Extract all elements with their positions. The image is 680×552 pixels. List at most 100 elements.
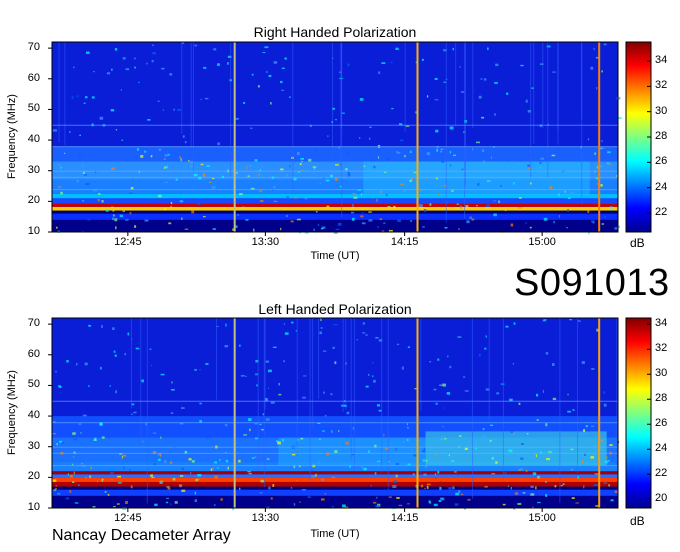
noise-speck [433, 388, 437, 391]
noise-speck [560, 155, 562, 158]
noise-speck [510, 223, 514, 227]
noise-speck [569, 319, 573, 321]
freq-band [52, 219, 618, 232]
noise-speck [545, 481, 547, 483]
x-tick-label: 13:30 [251, 512, 280, 524]
noise-speck [55, 370, 57, 373]
noise-speck [267, 387, 270, 389]
burst-line [416, 42, 419, 232]
noise-speck [65, 497, 70, 500]
noise-speck [238, 193, 243, 196]
noise-speck [407, 426, 409, 429]
noise-speck [564, 190, 566, 193]
noise-speck [525, 222, 528, 224]
noise-speck [495, 461, 498, 464]
striation [455, 42, 457, 127]
striation [309, 318, 311, 481]
noise-speck [116, 503, 120, 505]
noise-speck [347, 63, 350, 67]
noise-speck [214, 461, 217, 464]
noise-speck [101, 436, 105, 439]
noise-speck [532, 472, 537, 476]
striation [216, 318, 218, 400]
colorbar-tick-label: 32 [655, 342, 668, 355]
noise-speck [383, 222, 386, 224]
noise-speck [507, 485, 509, 487]
noise-speck [493, 200, 497, 202]
freq-band [52, 203, 618, 207]
noise-speck [151, 476, 155, 478]
noise-speck [273, 61, 278, 64]
noise-speck [73, 438, 78, 441]
rfi-line [52, 170, 618, 172]
noise-speck [96, 480, 99, 483]
noise-speck [535, 486, 537, 490]
noise-speck [448, 454, 450, 457]
noise-speck [272, 346, 277, 348]
noise-speck [434, 77, 438, 81]
noise-speck [52, 432, 56, 435]
burst-line [233, 42, 236, 232]
noise-speck [446, 201, 448, 204]
noise-speck [212, 467, 214, 470]
noise-speck [104, 491, 107, 493]
colorbar-tick-label: 24 [655, 442, 668, 455]
noise-speck [521, 442, 524, 446]
noise-speck [58, 164, 61, 166]
noise-speck [213, 504, 216, 506]
noise-speck [443, 407, 445, 409]
noise-speck [513, 322, 516, 325]
noise-speck [363, 165, 366, 168]
noise-speck [138, 81, 140, 84]
noise-speck [151, 60, 154, 63]
noise-speck [114, 47, 118, 51]
noise-speck [273, 200, 278, 203]
noise-speck [181, 217, 183, 220]
noise-speck [125, 500, 128, 504]
noise-speck [181, 467, 184, 471]
noise-speck [512, 362, 515, 365]
noise-speck [261, 428, 264, 431]
noise-speck [278, 393, 282, 396]
noise-speck [91, 96, 95, 99]
noise-speck [173, 108, 175, 111]
noise-speck [99, 116, 104, 120]
noise-speck [202, 216, 206, 218]
noise-speck [80, 432, 82, 434]
noise-speck [500, 383, 505, 385]
spectrogram-1 [48, 317, 652, 512]
noise-speck [170, 388, 175, 391]
noise-speck [422, 459, 426, 462]
noise-speck [320, 498, 325, 501]
noise-speck [140, 154, 144, 158]
noise-speck [518, 207, 522, 209]
noise-speck [609, 163, 611, 166]
noise-speck [457, 336, 462, 338]
noise-speck [437, 193, 440, 196]
noise-speck [413, 454, 417, 457]
noise-speck [447, 355, 449, 358]
noise-speck [111, 68, 113, 71]
noise-speck [338, 430, 340, 433]
noise-speck [81, 200, 85, 202]
noise-speck [204, 97, 209, 100]
noise-speck [545, 352, 549, 355]
noise-speck [376, 404, 381, 407]
striation [420, 318, 422, 412]
noise-speck [166, 486, 170, 488]
noise-speck [317, 223, 320, 226]
noise-speck [78, 484, 80, 486]
noise-speck [436, 190, 438, 193]
noise-speck [570, 423, 574, 425]
noise-speck [406, 423, 408, 426]
noise-speck [188, 458, 192, 461]
noise-speck [122, 210, 125, 212]
striation [547, 42, 549, 178]
noise-speck [268, 74, 272, 78]
noise-speck [114, 218, 118, 222]
y-tick-label: 30 [27, 163, 40, 176]
noise-speck [460, 205, 463, 209]
noise-speck [153, 463, 156, 466]
noise-speck [345, 152, 349, 154]
noise-speck [312, 166, 317, 168]
